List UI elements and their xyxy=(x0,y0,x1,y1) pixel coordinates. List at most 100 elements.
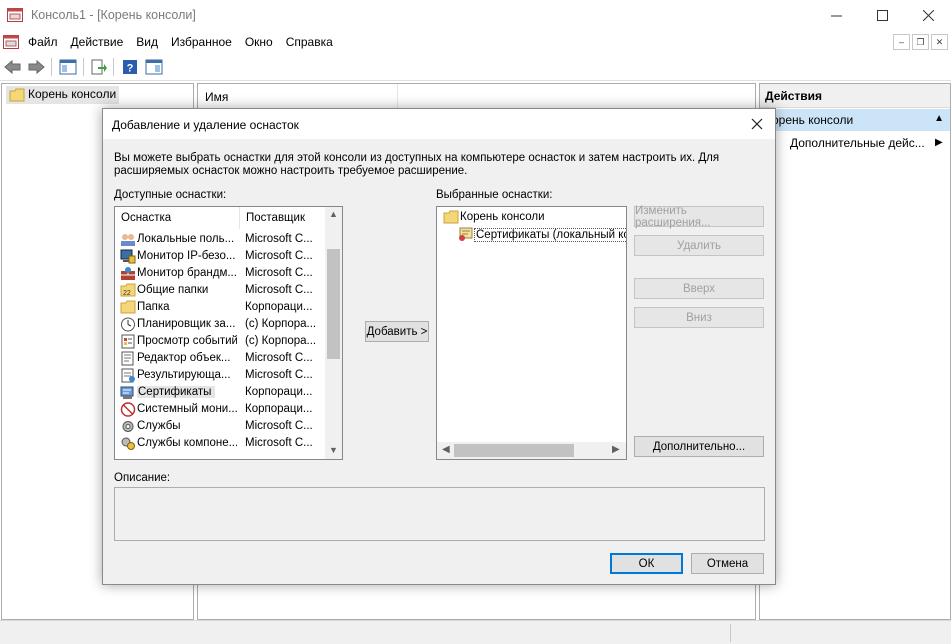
scroll-up-icon[interactable]: ▲ xyxy=(329,209,338,219)
actions-group-console-root[interactable]: Корень консоли ▲ xyxy=(760,109,950,131)
tree-node-label: Корень консоли xyxy=(28,87,117,101)
snapin-row[interactable]: Монитор IP-безо... Microsoft C... xyxy=(115,248,325,265)
back-button[interactable] xyxy=(3,57,23,77)
system-monitor-icon xyxy=(120,402,136,417)
actions-header: Действия xyxy=(760,84,950,108)
maximize-icon xyxy=(876,10,888,21)
show-hide-tree-button[interactable] xyxy=(58,57,78,77)
status-bar xyxy=(0,620,951,644)
snapin-row[interactable]: Монитор брандм... Microsoft C... xyxy=(115,265,325,282)
firewall-icon xyxy=(120,266,136,281)
snapin-row[interactable]: Локальные поль... Microsoft C... xyxy=(115,231,325,248)
scroll-thumb[interactable] xyxy=(327,249,340,359)
snapin-row[interactable]: Редактор объек... Microsoft C... xyxy=(115,350,325,367)
selected-tree-hscrollbar[interactable]: ◀ ▶ xyxy=(437,442,626,459)
snapin-row[interactable]: 22 Общие папки Microsoft C... xyxy=(115,282,325,299)
snapin-name: Монитор IP-безо... xyxy=(137,250,236,262)
dialog-intro-text: Вы можете выбрать оснастки для этой конс… xyxy=(114,152,720,177)
scroll-left-icon[interactable]: ◀ xyxy=(442,444,450,455)
mdi-minimize-button[interactable]: – xyxy=(893,34,910,50)
tree-node-console-root[interactable]: Корень консоли xyxy=(6,86,120,104)
menu-action[interactable]: Действие xyxy=(71,35,124,49)
snapin-row[interactable]: Папка Корпорaци... xyxy=(115,299,325,316)
snapin-vendor: Microsoft C... xyxy=(245,352,313,364)
close-icon xyxy=(751,118,763,130)
snapin-row[interactable]: Системный мони... Корпорaци... xyxy=(115,401,325,418)
remove-label: Удалить xyxy=(677,239,721,252)
add-button-label: Добавить > xyxy=(366,325,428,338)
snapin-row[interactable]: Сертификаты Корпорaци... xyxy=(115,384,325,401)
edit-extensions-label: Изменить расширения... xyxy=(635,204,711,229)
snapin-vendor: (c) Корпора... xyxy=(245,335,317,347)
snapin-row[interactable]: Службы Microsoft C... xyxy=(115,418,325,435)
snapin-name: Монитор брандм... xyxy=(137,267,237,279)
available-snapins-label: Доступные оснастки: xyxy=(114,189,227,201)
show-hide-action-pane-button[interactable] xyxy=(144,57,164,77)
selected-snapins-tree[interactable]: Корень консоли Сертификаты (локальный ко… xyxy=(436,206,627,460)
maximize-button[interactable] xyxy=(859,0,905,31)
column-header-vendor[interactable]: Поставщик xyxy=(240,207,325,229)
menu-view[interactable]: Вид xyxy=(136,35,158,49)
column-header-snapin[interactable]: Оснастка xyxy=(115,207,239,229)
mdi-restore-button[interactable]: ❐ xyxy=(912,34,929,50)
snapin-vendor: Microsoft C... xyxy=(245,250,313,262)
action-more-actions[interactable]: Дополнительные дейс... xyxy=(790,136,925,150)
mdi-restore-icon: ❐ xyxy=(916,36,925,47)
export-list-button[interactable] xyxy=(89,57,109,77)
minimize-icon xyxy=(830,15,842,17)
menu-file[interactable]: Файл xyxy=(28,35,58,49)
minimize-button[interactable] xyxy=(813,0,859,31)
snapin-vendor: Microsoft C... xyxy=(245,267,313,279)
snapin-name: Локальные поль... xyxy=(137,233,235,245)
add-button[interactable]: Добавить > xyxy=(365,321,429,342)
move-down-button[interactable]: Вниз xyxy=(634,307,764,328)
component-services-icon xyxy=(120,436,136,451)
help-button[interactable]: ? xyxy=(120,57,140,77)
available-snapins-list[interactable]: Оснастка Поставщик Локальные поль... Micr… xyxy=(114,206,343,460)
menu-bar: Файл Действие Вид Избранное Окно Справка… xyxy=(0,31,951,53)
column-header-name[interactable]: Имя xyxy=(198,84,398,108)
dialog-close-button[interactable] xyxy=(745,112,769,136)
folder-icon xyxy=(9,88,25,102)
snapin-row[interactable]: Просмотр событий (c) Корпора... xyxy=(115,333,325,350)
selected-node-label: Сертификаты (локальный ко xyxy=(474,228,626,242)
shared-folders-icon: 22 xyxy=(120,283,136,298)
users-icon xyxy=(120,232,136,247)
snapin-row[interactable]: Результирующа... Microsoft C... xyxy=(115,367,325,384)
mdi-close-button[interactable]: ✕ xyxy=(931,34,948,50)
menu-help[interactable]: Справка xyxy=(286,35,333,49)
close-window-button[interactable] xyxy=(905,0,951,31)
snapin-name: Просмотр событий xyxy=(137,335,237,347)
snapin-vendor: (c) Корпора... xyxy=(245,318,317,330)
available-list-vscrollbar[interactable]: ▲ ▼ xyxy=(325,207,342,459)
ok-button[interactable]: ОК xyxy=(610,553,683,574)
cancel-button[interactable]: Отмена xyxy=(691,553,764,574)
console-menu-icon[interactable] xyxy=(3,34,19,50)
column-header-label: Имя xyxy=(205,90,229,104)
ipsec-monitor-icon xyxy=(120,249,136,264)
remove-button[interactable]: Удалить xyxy=(634,235,764,256)
window-title: Консоль1 - [Корень консоли] xyxy=(31,8,196,22)
move-down-label: Вниз xyxy=(686,311,712,324)
certificate-icon xyxy=(459,227,473,241)
toolbar-separator xyxy=(51,58,52,76)
scroll-thumb[interactable] xyxy=(454,444,574,457)
snapin-vendor: Microsoft C... xyxy=(245,233,313,245)
snapin-name: Планировщик за... xyxy=(137,318,236,330)
snapin-vendor: Microsoft C... xyxy=(245,284,313,296)
scroll-right-icon[interactable]: ▶ xyxy=(612,444,620,455)
scroll-down-icon[interactable]: ▼ xyxy=(329,445,338,455)
forward-button[interactable] xyxy=(26,57,46,77)
edit-extensions-button[interactable]: Изменить расширения... xyxy=(634,204,764,229)
event-viewer-icon xyxy=(120,334,136,349)
snapin-name: Системный мони... xyxy=(137,403,237,415)
menu-favorites[interactable]: Избранное xyxy=(171,35,232,49)
submenu-arrow-icon: ▶ xyxy=(935,137,943,148)
menu-window[interactable]: Окно xyxy=(245,35,273,49)
snapin-row[interactable]: Планировщик за... (c) Корпора... xyxy=(115,316,325,333)
advanced-button[interactable]: Дополнительно... xyxy=(634,436,764,457)
move-up-button[interactable]: Вверх xyxy=(634,278,764,299)
snapin-row[interactable]: Службы компоне... Microsoft C... xyxy=(115,435,325,452)
mdi-minimize-icon: – xyxy=(898,37,904,47)
snapin-vendor: Microsoft C... xyxy=(245,420,313,432)
